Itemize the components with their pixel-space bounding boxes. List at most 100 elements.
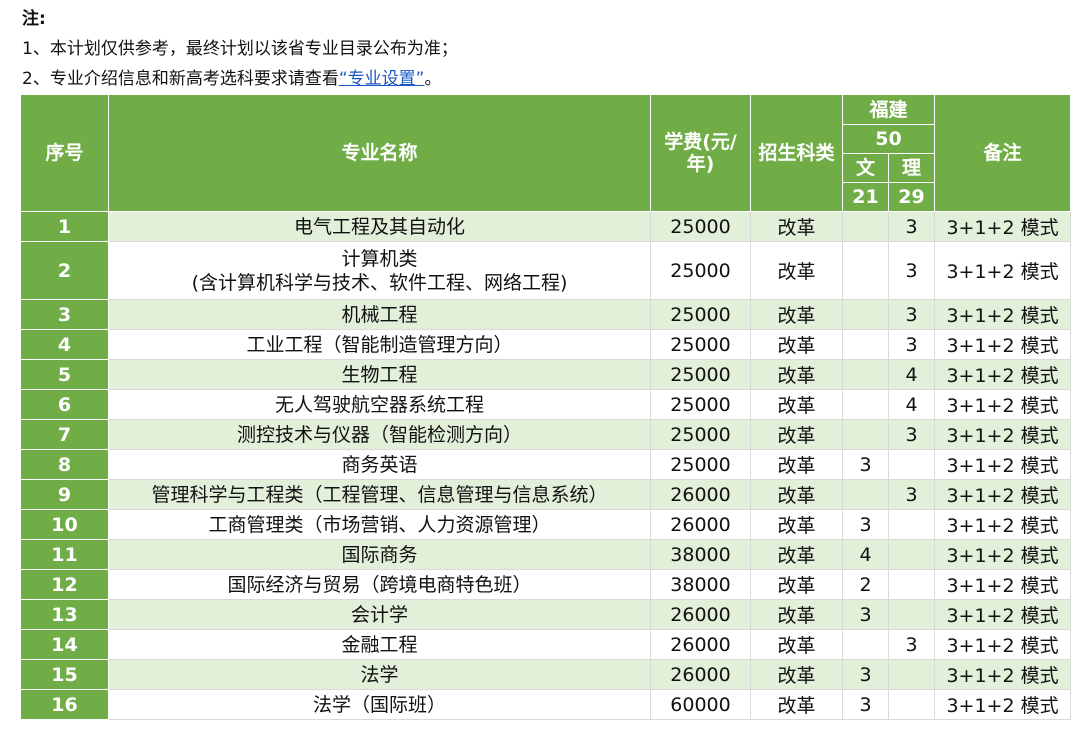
row-li-count: 3 xyxy=(887,329,936,360)
header-li: 理 xyxy=(887,153,936,183)
row-major-name: 法学 xyxy=(108,659,651,690)
row-major-name: 国际经济与贸易（跨境电商特色班） xyxy=(108,569,651,600)
row-tuition: 26000 xyxy=(650,509,751,540)
major-name-text: 工商管理类（市场营销、人力资源管理） xyxy=(208,513,551,536)
table-row: 9 管理科学与工程类（工程管理、信息管理与信息系统） 26000 改革 3 3+1+2 模… xyxy=(20,479,1072,510)
major-name-text: 生物工程 xyxy=(341,363,418,386)
notes-title: 注: xyxy=(22,9,46,29)
table-row: 12 国际经济与贸易（跨境电商特色班） 38000 改革 2 3+1+2 模式 xyxy=(20,569,1072,600)
row-wen-count xyxy=(842,211,889,242)
row-remark: 3+1+2 模式 xyxy=(934,689,1072,720)
row-tuition: 60000 xyxy=(650,689,751,720)
table-row: 1 电气工程及其自动化 25000 改革 3 3+1+2 模式 xyxy=(20,211,1072,242)
major-name-text: 国际商务 xyxy=(341,543,418,566)
row-li-count: 4 xyxy=(887,389,936,420)
row-major-name: 生物工程 xyxy=(108,359,651,390)
row-li-count xyxy=(887,509,936,540)
note-line-1: 1、本计划仅供参考，最终计划以该省专业目录公布为准； xyxy=(22,39,458,59)
header-seq: 序号 xyxy=(20,94,109,212)
table-row: 11 国际商务 38000 改革 4 3+1+2 模式 xyxy=(20,539,1072,570)
row-wen-count: 2 xyxy=(842,569,889,600)
header-enroll-type: 招生科类 xyxy=(750,94,843,212)
row-major-name: 机械工程 xyxy=(108,299,651,330)
table-row: 5 生物工程 25000 改革 4 3+1+2 模式 xyxy=(20,359,1072,390)
row-remark: 3+1+2 模式 xyxy=(934,359,1072,390)
row-tuition: 38000 xyxy=(650,539,751,570)
row-enroll-type: 改革 xyxy=(750,389,843,420)
table-row: 2 计算机类 (含计算机科学与技术、软件工程、网络工程) 25000 改革 3 3+1+2 … xyxy=(20,241,1072,300)
row-wen-count: 3 xyxy=(842,659,889,690)
header-tuition: 学费(元/年) xyxy=(650,94,751,212)
row-tuition: 26000 xyxy=(650,599,751,630)
row-enroll-type: 改革 xyxy=(750,241,843,300)
row-tuition: 26000 xyxy=(650,659,751,690)
row-remark: 3+1+2 模式 xyxy=(934,509,1072,540)
note-line-2: 2、专业介绍信息和新高考选科要求请查看“专业设置”。 xyxy=(22,64,458,94)
row-wen-count: 3 xyxy=(842,449,889,480)
row-major-name: 法学（国际班） xyxy=(108,689,651,720)
row-seq: 8 xyxy=(20,449,109,480)
row-enroll-type: 改革 xyxy=(750,659,843,690)
row-major-name: 计算机类 (含计算机科学与技术、软件工程、网络工程) xyxy=(108,241,651,300)
row-enroll-type: 改革 xyxy=(750,449,843,480)
major-settings-link[interactable]: “专业设置” xyxy=(339,69,425,89)
major-name-subtext: (含计算机科学与技术、软件工程、网络工程) xyxy=(191,271,568,294)
major-name-text: 金融工程 xyxy=(341,633,418,656)
row-tuition: 25000 xyxy=(650,299,751,330)
row-major-name: 会计学 xyxy=(108,599,651,630)
header-wen-total: 21 xyxy=(842,182,889,212)
row-wen-count xyxy=(842,299,889,330)
row-seq: 10 xyxy=(20,509,109,540)
row-enroll-type: 改革 xyxy=(750,359,843,390)
row-remark: 3+1+2 模式 xyxy=(934,569,1072,600)
row-enroll-type: 改革 xyxy=(750,479,843,510)
row-li-count: 3 xyxy=(887,211,936,242)
row-major-name: 国际商务 xyxy=(108,539,651,570)
row-tuition: 25000 xyxy=(650,211,751,242)
table-row: 13 会计学 26000 改革 3 3+1+2 模式 xyxy=(20,599,1072,630)
row-major-name: 商务英语 xyxy=(108,449,651,480)
row-enroll-type: 改革 xyxy=(750,569,843,600)
row-remark: 3+1+2 模式 xyxy=(934,629,1072,660)
row-tuition: 25000 xyxy=(650,359,751,390)
row-tuition: 38000 xyxy=(650,569,751,600)
row-tuition: 25000 xyxy=(650,449,751,480)
row-enroll-type: 改革 xyxy=(750,299,843,330)
row-wen-count: 3 xyxy=(842,599,889,630)
major-name-text: 管理科学与工程类（工程管理、信息管理与信息系统） xyxy=(151,483,608,506)
row-remark: 3+1+2 模式 xyxy=(934,299,1072,330)
major-name-text: 机械工程 xyxy=(341,303,418,326)
row-wen-count: 3 xyxy=(842,509,889,540)
row-remark: 3+1+2 模式 xyxy=(934,539,1072,570)
row-wen-count xyxy=(842,419,889,450)
major-name-text: 商务英语 xyxy=(341,453,418,476)
row-wen-count xyxy=(842,329,889,360)
row-li-count: 3 xyxy=(887,479,936,510)
row-li-count: 3 xyxy=(887,241,936,300)
header-remark: 备注 xyxy=(934,94,1072,212)
header-province: 福建 xyxy=(841,94,936,125)
major-name-text: 国际经济与贸易（跨境电商特色班） xyxy=(227,573,532,596)
row-li-count xyxy=(887,539,936,570)
row-major-name: 工商管理类（市场营销、人力资源管理） xyxy=(108,509,651,540)
row-seq: 6 xyxy=(20,389,109,420)
row-tuition: 25000 xyxy=(650,419,751,450)
row-li-count: 3 xyxy=(887,419,936,450)
row-tuition: 25000 xyxy=(650,241,751,300)
row-wen-count xyxy=(842,241,889,300)
table-row: 4 工业工程（智能制造管理方向） 25000 改革 3 3+1+2 模式 xyxy=(20,329,1072,360)
row-remark: 3+1+2 模式 xyxy=(934,389,1072,420)
row-seq: 16 xyxy=(20,689,109,720)
row-major-name: 金融工程 xyxy=(108,629,651,660)
row-major-name: 管理科学与工程类（工程管理、信息管理与信息系统） xyxy=(108,479,651,510)
row-remark: 3+1+2 模式 xyxy=(934,241,1072,300)
table-row: 10 工商管理类（市场营销、人力资源管理） 26000 改革 3 3+1+2 模式 xyxy=(20,509,1072,540)
row-seq: 2 xyxy=(20,241,109,300)
row-tuition: 25000 xyxy=(650,389,751,420)
major-name-text: 测控技术与仪器（智能检测方向） xyxy=(236,423,522,446)
row-li-count: 3 xyxy=(887,299,936,330)
row-seq: 13 xyxy=(20,599,109,630)
header-province-total: 50 xyxy=(841,124,936,154)
row-enroll-type: 改革 xyxy=(750,689,843,720)
row-seq: 15 xyxy=(20,659,109,690)
